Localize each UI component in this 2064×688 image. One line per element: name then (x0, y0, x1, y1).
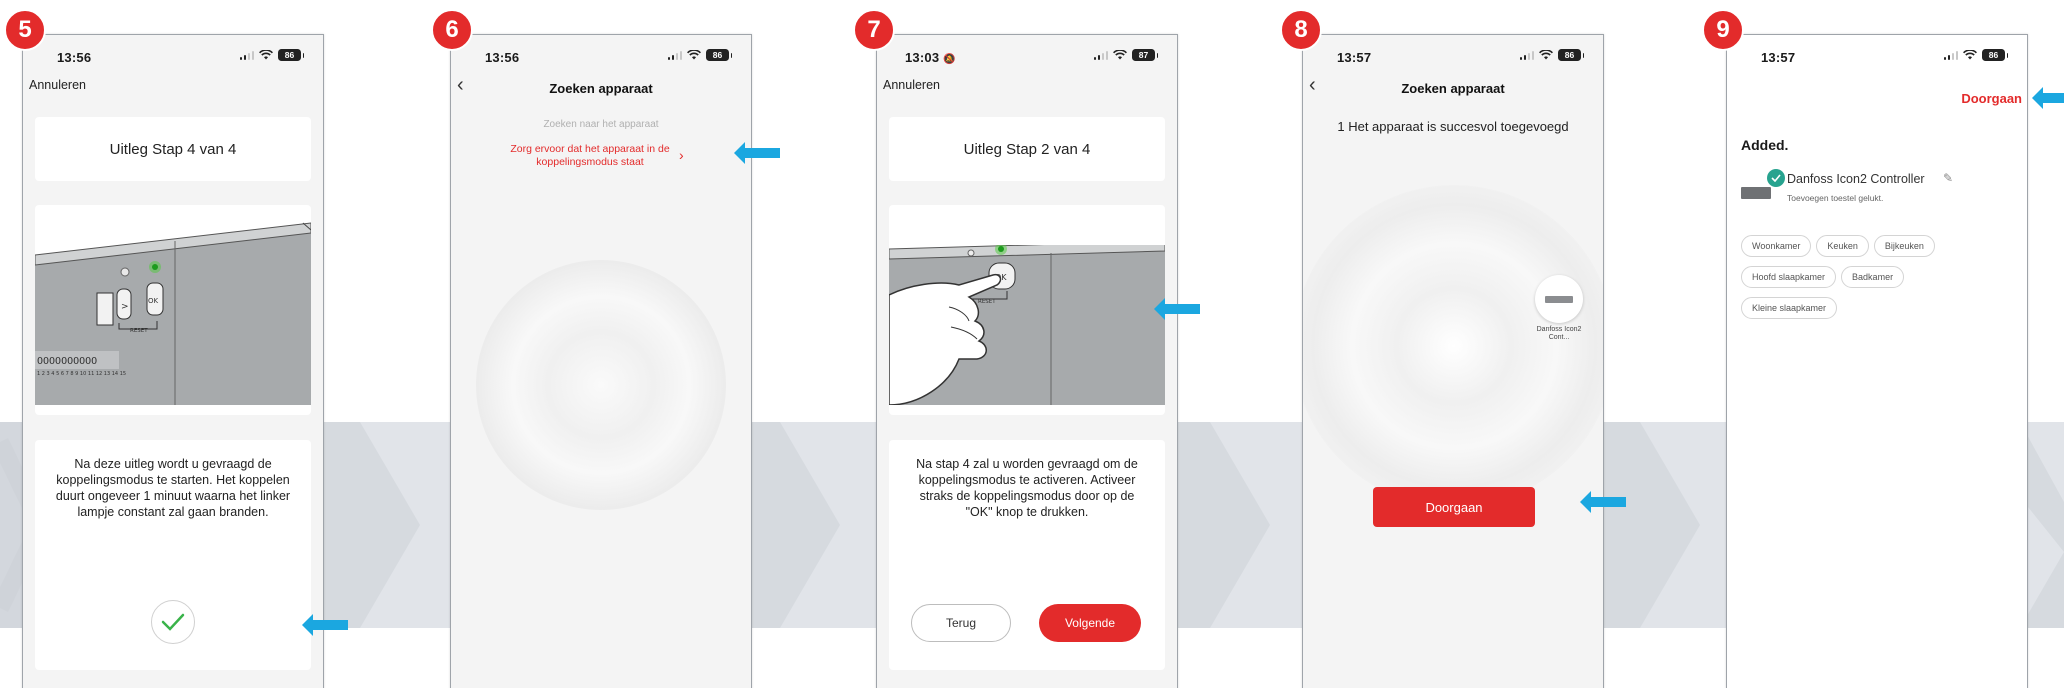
ok-key-label: OK (148, 297, 159, 305)
check-badge-icon (1767, 169, 1785, 187)
chevron-right-icon: › (679, 147, 684, 163)
pointer-arrow (734, 142, 780, 164)
signal-icon (1093, 50, 1108, 60)
wifi-icon (1539, 50, 1553, 60)
phone-step-6: 13:56 86 ‹ Zoeken apparaat Zoeken naar h… (450, 34, 752, 688)
battery-icon: 86 (706, 49, 732, 61)
radar-animation (1303, 185, 1603, 507)
phone-step-5: 13:56 86 Annuleren Uitleg Stap 4 van 4 >… (22, 34, 324, 688)
do-not-disturb-bell-icon: 🔕 (943, 54, 956, 65)
added-heading: Added. (1741, 137, 1789, 153)
signal-icon (239, 50, 254, 60)
step-number-badge: 8 (1280, 9, 1322, 51)
pointer-arrow (1580, 491, 1626, 513)
status-icons: 86 (1943, 49, 2008, 61)
step-number-badge: 5 (4, 9, 46, 51)
battery-icon: 86 (1558, 49, 1584, 61)
terminal-numbers: 1 2 3 4 5 6 7 8 9 10 11 12 13 14 15 (37, 371, 126, 377)
status-time: 13:56 (57, 50, 92, 65)
nav-title: Zoeken apparaat (549, 81, 653, 96)
description-card: Na stap 4 zal u worden gevraagd om de ko… (889, 440, 1165, 670)
found-device[interactable]: Danfoss Icon2 Cont... (1531, 275, 1587, 342)
status-icons: 87 (1093, 49, 1158, 61)
step-title-card: Uitleg Stap 4 van 4 (35, 117, 311, 181)
device-status: Toevoegen toestel gelukt. (1787, 193, 1884, 203)
signal-icon (1943, 50, 1958, 60)
battery-icon: 87 (1132, 49, 1158, 61)
next-button[interactable]: Volgende (1039, 604, 1141, 642)
instruction-text: Na stap 4 zal u worden gevraagd om de ko… (916, 457, 1138, 519)
device-name: Danfoss Icon2 Controller (1787, 172, 1925, 186)
device-thumbnail-icon (1741, 187, 1771, 199)
radar-animation (476, 260, 726, 510)
pointer-arrow (1154, 298, 1200, 320)
pairing-hint-text: Zorg ervoor dat het apparaat in de koppe… (510, 143, 670, 168)
step-title-card: Uitleg Stap 2 van 4 (889, 117, 1165, 181)
edit-pencil-icon[interactable]: ✎ (1943, 171, 1953, 185)
svg-text:OOOOOOOOOO: OOOOOOOOOO (37, 356, 97, 367)
status-time: 13:57 (1337, 50, 1372, 65)
description-card: Na deze uitleg wordt u gevraagd de koppe… (35, 440, 311, 670)
step-number-badge: 7 (853, 9, 895, 51)
continue-link[interactable]: Doorgaan (1961, 91, 2022, 106)
instruction-text: Na deze uitleg wordt u gevraagd de koppe… (55, 457, 291, 519)
step-number-badge: 9 (1702, 9, 1744, 51)
cancel-link[interactable]: Annuleren (883, 78, 940, 92)
status-time: 13:57 (1761, 50, 1796, 65)
added-device-row: Danfoss Icon2 Controller ✎ Toevoegen toe… (1741, 169, 2011, 215)
continue-button[interactable]: Doorgaan (1373, 487, 1535, 527)
room-chips: Woonkamer Keuken Bijkeuken Hoofd slaapkamer… (1741, 235, 1981, 328)
step-number-badge: 6 (431, 9, 473, 51)
phone-step-7: 13:03 🔕 87 Annuleren Uitleg Stap 2 van 4… (876, 34, 1178, 688)
room-chip[interactable]: Kleine slaapkamer (1741, 297, 1838, 319)
pointer-arrow (302, 614, 348, 636)
cancel-link[interactable]: Annuleren (29, 78, 86, 92)
room-chip[interactable]: Hoofd slaapkamer (1741, 266, 1837, 288)
status-icons: 86 (239, 49, 304, 61)
status-time: 13:03 🔕 (905, 50, 956, 65)
step-title: Uitleg Stap 2 van 4 (963, 140, 1091, 158)
device-label: Danfoss Icon2 Cont... (1536, 326, 1582, 341)
finger-press-illustration: OK RESET (889, 245, 1165, 405)
illustration-card: OK RESET (889, 205, 1165, 415)
device-thumbnail-icon (1535, 275, 1583, 323)
phone-step-8: 13:57 86 ‹ Zoeken apparaat 1 Het apparaa… (1302, 34, 1604, 688)
illustration-card: > OK RESET OOOOOOOOOO 1 2 3 4 5 6 7 8 9 … (35, 205, 311, 415)
room-chip[interactable]: Badkamer (1841, 266, 1905, 288)
room-chip[interactable]: Bijkeuken (1873, 235, 1935, 257)
wifi-icon (687, 50, 701, 60)
step-title: Uitleg Stap 4 van 4 (109, 140, 237, 158)
room-chip[interactable]: Keuken (1816, 235, 1869, 257)
battery-icon: 86 (278, 49, 304, 61)
pointer-arrow (2032, 87, 2064, 109)
reset-label: RESET (978, 299, 996, 305)
searching-text: Zoeken naar het apparaat (543, 119, 659, 130)
nav-title: Zoeken apparaat (1401, 81, 1505, 96)
signal-icon (667, 50, 682, 60)
success-message: 1 Het apparaat is succesvol toegevoegd (1337, 119, 1569, 134)
pairing-hint-link[interactable]: Zorg ervoor dat het apparaat in de koppe… (505, 143, 675, 169)
controller-illustration: > OK RESET OOOOOOOOOO 1 2 3 4 5 6 7 8 9 … (35, 215, 311, 405)
wifi-icon (1963, 50, 1977, 60)
confirm-button[interactable] (151, 600, 195, 644)
wifi-icon (259, 50, 273, 60)
phone-step-9: 13:57 86 Doorgaan Added. Danfoss Icon2 C… (1726, 34, 2028, 688)
status-icons: 86 (667, 49, 732, 61)
room-chip[interactable]: Woonkamer (1741, 235, 1812, 257)
signal-icon (1519, 50, 1534, 60)
reset-label: RESET (130, 328, 148, 334)
status-time: 13:56 (485, 50, 520, 65)
wifi-icon (1113, 50, 1127, 60)
checkmark-circle-icon (161, 613, 185, 631)
svg-text:>: > (121, 302, 129, 312)
battery-icon: 86 (1982, 49, 2008, 61)
back-button[interactable]: Terug (911, 604, 1011, 642)
status-icons: 86 (1519, 49, 1584, 61)
